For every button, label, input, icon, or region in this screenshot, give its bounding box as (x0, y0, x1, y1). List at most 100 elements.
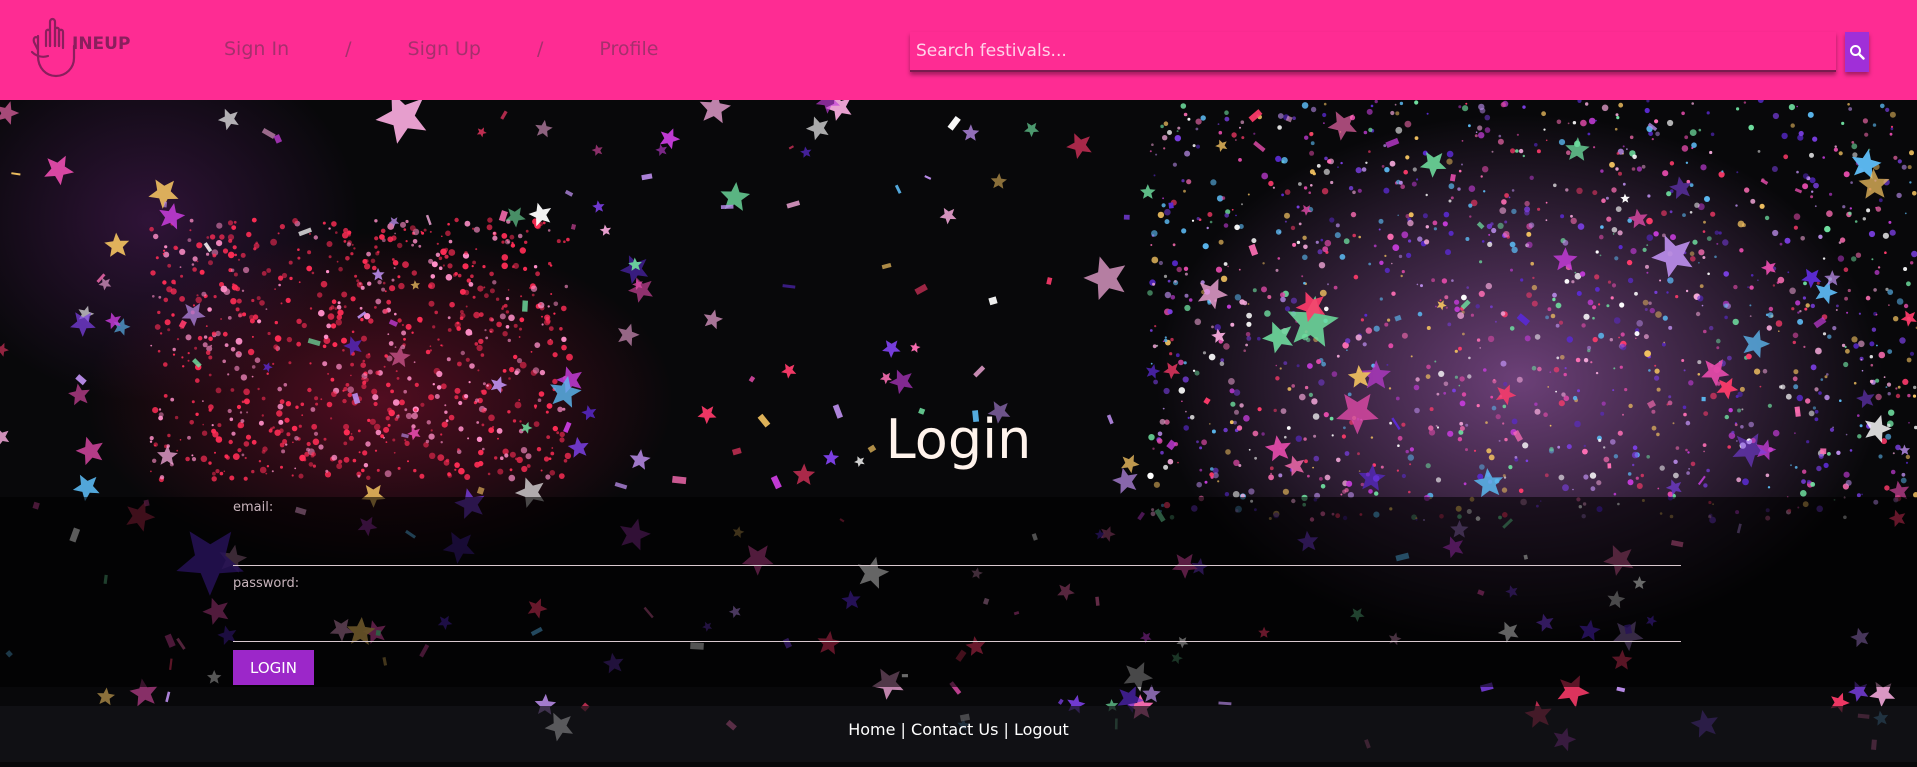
confetti-dot (535, 271, 540, 277)
confetti-dot (1869, 355, 1874, 359)
confetti-ribbon (1057, 698, 1064, 705)
confetti-dot (1684, 135, 1689, 140)
confetti-dot (1469, 215, 1472, 218)
confetti-dot (1640, 473, 1645, 478)
confetti-dot (1183, 266, 1189, 271)
confetti-dot (1228, 378, 1235, 385)
confetti-star (97, 687, 115, 706)
confetti-dot (1853, 343, 1859, 349)
confetti-dot (1445, 306, 1448, 309)
confetti-star (1419, 151, 1447, 178)
nav-signup-link[interactable]: Sign Up (408, 38, 481, 60)
confetti-dot (539, 302, 542, 306)
confetti-dot (1648, 369, 1651, 372)
confetti-dot (1866, 208, 1871, 213)
confetti-dot (1508, 196, 1511, 199)
confetti-dot (547, 339, 554, 346)
confetti-dot (1644, 308, 1648, 311)
nav-profile-link[interactable]: Profile (599, 38, 658, 60)
confetti-dot (1340, 161, 1343, 165)
confetti-dot (230, 268, 235, 273)
footer-logout-link[interactable]: Logout (1014, 720, 1069, 739)
confetti-dot (1906, 281, 1911, 287)
confetti-dot (1268, 474, 1274, 481)
confetti-dot (326, 270, 330, 274)
confetti-dot (1618, 102, 1624, 108)
confetti-dot (411, 270, 417, 276)
confetti-dot (1331, 371, 1338, 377)
confetti-dot (372, 265, 377, 271)
confetti-dot (1442, 221, 1448, 227)
confetti-dot (1492, 379, 1497, 384)
confetti-dot (1792, 376, 1798, 382)
confetti-dot (1383, 187, 1390, 194)
confetti-dot (1321, 188, 1329, 195)
confetti-dot (394, 346, 397, 348)
confetti-dot (402, 261, 409, 268)
confetti-dot (1572, 121, 1577, 125)
confetti-dot (1318, 379, 1325, 386)
confetti-star (1716, 377, 1739, 400)
confetti-dot (1826, 373, 1829, 376)
confetti-dot (1230, 322, 1235, 327)
confetti-dot (1526, 292, 1532, 298)
confetti-dot (337, 301, 341, 305)
confetti-dot (1701, 304, 1704, 307)
confetti-dot (1906, 357, 1912, 363)
confetti-dot (1576, 291, 1582, 296)
confetti-dot (347, 230, 352, 235)
confetti-dot (1813, 182, 1819, 189)
confetti-ribbon (1449, 173, 1456, 182)
confetti-dot (163, 394, 168, 398)
nav-signin-link[interactable]: Sign In (224, 38, 289, 60)
search-button[interactable] (1845, 32, 1869, 72)
email-field[interactable] (233, 532, 1681, 566)
confetti-dot (1611, 283, 1617, 288)
confetti-dot (408, 327, 410, 330)
confetti-dot (1646, 244, 1649, 247)
confetti-dot (1484, 127, 1491, 133)
confetti-dot (397, 318, 402, 323)
login-button[interactable]: LOGIN (233, 650, 314, 685)
confetti-dot (1855, 252, 1862, 258)
confetti-dot (1750, 198, 1756, 204)
lineup-logo[interactable]: INEUP (28, 16, 130, 80)
confetti-star (1024, 122, 1040, 138)
confetti-dot (1580, 119, 1587, 127)
confetti-dot (278, 283, 281, 287)
confetti-dot (1845, 479, 1852, 486)
confetti-dot (563, 240, 566, 243)
confetti-dot (1401, 332, 1408, 339)
confetti-dot (1716, 242, 1719, 245)
confetti-dot (1532, 276, 1535, 280)
confetti-dot (331, 391, 337, 397)
confetti-dot (1290, 225, 1296, 231)
confetti-dot (1626, 259, 1633, 266)
confetti-dot (492, 280, 497, 285)
confetti-dot (1547, 386, 1549, 388)
search-input[interactable] (910, 32, 1836, 72)
confetti-star (1083, 256, 1126, 300)
confetti-dot (171, 313, 175, 317)
confetti-dot (196, 242, 203, 249)
confetti-dot (1601, 401, 1606, 406)
password-field[interactable] (233, 608, 1681, 642)
confetti-star (505, 207, 526, 228)
confetti-dot (1157, 211, 1165, 219)
confetti-dot (1468, 185, 1476, 192)
confetti-dot (524, 240, 528, 244)
confetti-dot (1793, 213, 1801, 220)
footer-contact-link[interactable]: Contact Us (911, 720, 998, 739)
confetti-dot (1388, 343, 1394, 349)
confetti-dot (513, 354, 518, 360)
confetti-dot (1673, 472, 1679, 479)
footer-home-link[interactable]: Home (848, 720, 895, 739)
confetti-ribbon (671, 475, 687, 485)
confetti-dot (1615, 206, 1622, 212)
confetti-dot (1852, 152, 1858, 158)
confetti-dot (1797, 318, 1804, 325)
confetti-dot (257, 319, 262, 324)
confetti-ribbon (770, 475, 782, 490)
confetti-dot (1290, 297, 1297, 304)
confetti-dot (335, 231, 338, 234)
